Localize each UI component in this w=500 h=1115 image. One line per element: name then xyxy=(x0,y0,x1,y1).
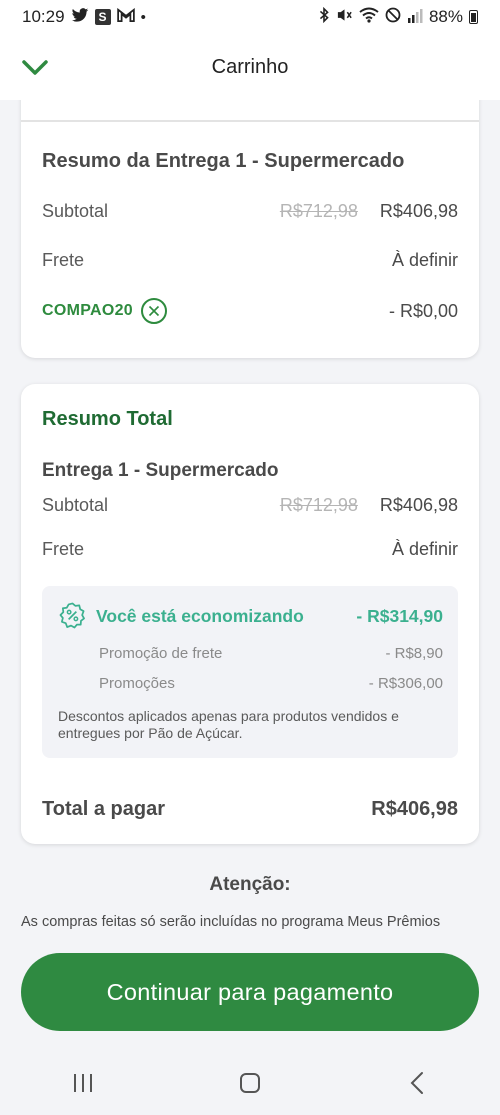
savings-item: Promoção de frete - R$8,90 xyxy=(99,645,443,662)
freight-value: À definir xyxy=(391,539,458,559)
delivery-summary-title: Resumo da Entrega 1 - Supermercado xyxy=(42,150,405,172)
signal-icon xyxy=(407,8,423,27)
dnd-icon xyxy=(385,7,401,27)
recents-icon[interactable] xyxy=(53,1063,113,1103)
coupon-discount: - R$0,00 xyxy=(388,300,458,321)
freight-row: Frete À definir xyxy=(42,250,458,271)
chevron-down-icon[interactable] xyxy=(20,54,50,80)
total-summary-card: Resumo Total Entrega 1 - Supermercado Su… xyxy=(21,384,479,844)
page-title: Carrinho xyxy=(211,55,289,78)
system-nav-bar xyxy=(0,1050,500,1115)
wifi-icon xyxy=(359,7,379,27)
dot-icon: • xyxy=(140,8,146,26)
subtotal-new-price: R$406,98 xyxy=(379,495,458,515)
savings-item-label: Promoções xyxy=(99,675,175,692)
savings-note: Descontos aplicados apenas para produtos… xyxy=(58,708,399,741)
savings-value: - R$314,90 xyxy=(356,606,443,626)
total-freight-row: Frete À definir xyxy=(42,539,458,560)
mute-icon xyxy=(336,7,353,27)
battery-percent: 88% xyxy=(428,7,463,26)
status-time: 10:29 xyxy=(22,7,65,26)
total-pay-label: Total a pagar xyxy=(42,798,165,820)
subtotal-new-price: R$406,98 xyxy=(379,201,458,221)
delivery-summary-card: Resumo da Entrega 1 - Supermercado Subto… xyxy=(21,80,479,358)
gmail-icon xyxy=(116,7,135,26)
status-bar: 10:29 S • 88% xyxy=(0,0,500,34)
percent-badge-icon xyxy=(59,602,86,629)
savings-item-value: - R$8,90 xyxy=(385,645,443,662)
freight-value: À definir xyxy=(391,250,458,270)
total-pay-row: Total a pagar R$406,98 xyxy=(42,798,458,821)
close-circle-icon[interactable] xyxy=(141,298,168,324)
coupon-code: COMPAO20 xyxy=(42,302,134,319)
subtotal-row: Subtotal R$712,98 R$406,98 xyxy=(42,201,458,222)
continue-payment-button[interactable]: Continuar para pagamento xyxy=(21,953,479,1031)
freight-label: Frete xyxy=(42,250,85,270)
savings-item-value: - R$306,00 xyxy=(368,675,443,692)
subtotal-old-price: R$712,98 xyxy=(279,201,358,221)
savings-label: Você está economizando xyxy=(96,606,304,626)
home-icon[interactable] xyxy=(220,1063,280,1103)
total-summary-title: Resumo Total xyxy=(42,408,173,430)
subtotal-old-price: R$712,98 xyxy=(279,495,358,515)
bluetooth-icon xyxy=(318,6,330,27)
freight-label: Frete xyxy=(42,539,85,559)
back-icon[interactable] xyxy=(387,1063,447,1103)
subtotal-label: Subtotal xyxy=(42,495,109,515)
total-pay-value: R$406,98 xyxy=(371,798,458,820)
savings-item: Promoções - R$306,00 xyxy=(99,675,443,692)
s-app-icon: S xyxy=(94,9,111,25)
app-header: Carrinho xyxy=(0,34,500,100)
twitter-icon xyxy=(71,7,89,27)
delivery-title: Entrega 1 - Supermercado xyxy=(42,460,279,481)
total-subtotal-row: Subtotal R$712,98 R$406,98 xyxy=(42,495,458,516)
coupon-row: COMPAO20 - R$0,00 xyxy=(42,298,458,324)
savings-panel: Você está economizando - R$314,90 Promoç… xyxy=(42,586,458,758)
subtotal-label: Subtotal xyxy=(42,201,109,221)
attention-text: As compras feitas só serão incluídas no … xyxy=(21,914,441,930)
divider xyxy=(21,120,479,122)
savings-item-label: Promoção de frete xyxy=(99,645,223,662)
battery-icon xyxy=(469,10,478,24)
attention-title: Atenção: xyxy=(209,874,291,895)
